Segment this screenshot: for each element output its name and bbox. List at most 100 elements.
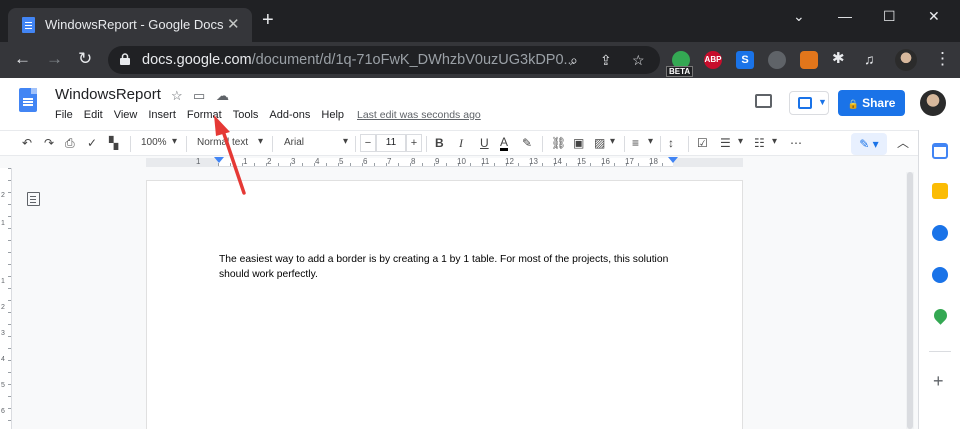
document-title[interactable]: WindowsReport (55, 86, 161, 103)
collapse-toolbar-icon[interactable]: ︿ (897, 136, 909, 150)
print-icon[interactable]: ⎙ (65, 136, 75, 150)
editing-mode-button[interactable]: ✎ ▾ (851, 133, 887, 155)
back-arrow-icon[interactable]: ← (14, 49, 31, 69)
chevron-down-icon: ▾ (343, 136, 349, 147)
vertical-scrollbar[interactable] (906, 172, 914, 429)
menu-file[interactable]: File (55, 109, 73, 121)
menu-format[interactable]: Format (187, 109, 222, 121)
contacts-icon[interactable] (932, 267, 948, 283)
document-page[interactable]: The easiest way to add a border is by cr… (146, 180, 743, 429)
minimize-button[interactable]: — (838, 8, 852, 24)
chevron-down-icon: ▾ (738, 136, 744, 147)
menu-help[interactable]: Help (321, 109, 344, 121)
chevron-down-icon: ▾ (610, 136, 616, 147)
scrollbar-thumb[interactable] (907, 172, 913, 429)
robot-extension-icon[interactable] (768, 51, 786, 69)
lock-icon (120, 53, 130, 65)
puzzle-extensions-icon[interactable]: ✱ (832, 49, 845, 69)
toolbar-divider (130, 136, 131, 152)
browser-menu-icon[interactable]: ⋮ (934, 49, 951, 69)
star-icon[interactable]: ☆ (171, 88, 183, 104)
tab-close-icon[interactable]: ✕ (227, 15, 240, 33)
maximize-button[interactable]: ☐ (883, 8, 896, 25)
profile-avatar[interactable] (895, 49, 917, 71)
tab-search-icon[interactable]: ⌄ (793, 8, 805, 25)
align-icon[interactable]: ≡ (632, 136, 639, 150)
keep-icon[interactable] (932, 183, 948, 199)
calendar-icon[interactable] (932, 143, 948, 159)
increase-font-size-button[interactable]: + (406, 134, 422, 152)
italic-button[interactable]: I (459, 136, 463, 150)
text-color-button[interactable]: A (500, 136, 509, 151)
ruler-number: 13 (529, 157, 538, 166)
reload-icon[interactable]: ↻ (78, 49, 92, 69)
spellcheck-icon[interactable]: ✓ (87, 136, 97, 150)
font-select[interactable]: Arial (284, 136, 304, 150)
highlight-pen-icon[interactable]: ✎ (522, 136, 532, 150)
document-body-text[interactable]: The easiest way to add a border is by cr… (219, 253, 669, 282)
paint-format-icon[interactable]: ▚ (109, 136, 118, 150)
ruler-right-margin (673, 158, 743, 167)
new-tab-button[interactable]: + (262, 10, 274, 30)
get-addons-icon[interactable]: + (933, 372, 944, 390)
menu-edit[interactable]: Edit (84, 109, 103, 121)
adblock-plus-icon[interactable]: ABP (704, 51, 722, 69)
ruler-number: 12 (505, 157, 514, 166)
menu-bar: File Edit View Insert Format Tools Add-ons Help (55, 109, 355, 121)
beta-badge: BETA (666, 66, 694, 77)
undo-icon[interactable]: ↶ (22, 136, 32, 150)
toolbar-divider (272, 136, 273, 152)
style-select[interactable]: Normal text (197, 136, 248, 150)
share-button[interactable]: 🔒 Share (838, 90, 905, 116)
google-docs-favicon-icon (22, 17, 35, 33)
menu-view[interactable]: View (114, 109, 138, 121)
toolbar-divider (426, 136, 427, 152)
line-spacing-icon[interactable]: ↕ (668, 136, 674, 150)
more-options-icon[interactable]: ⋯ (790, 136, 802, 150)
underline-button[interactable]: U (480, 136, 489, 150)
tasks-icon[interactable] (932, 225, 948, 241)
menu-tools[interactable]: Tools (233, 109, 259, 121)
share-page-icon[interactable]: ⇪ (600, 52, 612, 69)
share-label: Share (862, 96, 896, 110)
last-edit-link[interactable]: Last edit was seconds ago (357, 109, 481, 121)
forward-arrow-icon[interactable]: → (46, 49, 63, 69)
menu-insert[interactable]: Insert (148, 109, 176, 121)
ruler-number: 3 (1, 330, 5, 337)
redo-icon[interactable]: ↷ (44, 136, 54, 150)
address-bar[interactable]: docs.google.com/document/d/1q-71oFwK_DWh… (108, 46, 660, 74)
media-control-icon[interactable]: ♫ (864, 49, 875, 69)
move-folder-icon[interactable]: ▭ (193, 88, 205, 104)
bookmark-star-icon[interactable]: ☆ (632, 52, 645, 69)
close-window-button[interactable]: ✕ (928, 8, 940, 25)
decrease-font-size-button[interactable]: − (360, 134, 376, 152)
document-canvas: The easiest way to add a border is by cr… (12, 168, 918, 429)
docs-home-icon[interactable] (19, 88, 37, 112)
browser-toolbar: ← → ↻ docs.google.com/document/d/1q-71oF… (0, 42, 960, 78)
comment-history-icon[interactable] (755, 94, 772, 108)
left-indent-marker[interactable] (214, 157, 224, 163)
cloud-saved-icon[interactable]: ☁ (216, 88, 229, 104)
right-indent-marker[interactable] (668, 157, 678, 163)
browser-tab[interactable]: WindowsReport - Google Docs ✕ (8, 8, 252, 42)
zoom-search-icon[interactable]: ⌕ (570, 52, 578, 69)
insert-link-icon[interactable]: ⛓ (551, 136, 566, 150)
add-comment-icon[interactable]: ▣ (573, 136, 584, 150)
font-size-input[interactable]: 11 (376, 134, 406, 152)
menu-addons[interactable]: Add-ons (269, 109, 310, 121)
ruler-number: 1 (1, 220, 5, 227)
document-outline-icon[interactable] (27, 192, 40, 206)
maps-icon[interactable] (931, 306, 950, 325)
url-host: docs.google.com (142, 52, 252, 68)
bulleted-list-icon[interactable]: ☰ (720, 136, 731, 150)
checklist-icon[interactable]: ☑ (697, 136, 708, 150)
zoom-select[interactable]: 100% (141, 136, 167, 150)
bold-button[interactable]: B (435, 136, 444, 150)
numbered-list-icon[interactable]: ☷ (754, 136, 765, 150)
chevron-down-icon: ▾ (172, 136, 178, 147)
account-avatar[interactable] (920, 90, 946, 116)
present-button[interactable]: ▼ (789, 91, 829, 115)
insert-image-icon[interactable]: ▨ (594, 136, 605, 150)
s-extension-icon[interactable]: S (736, 51, 754, 69)
metamask-icon[interactable] (800, 51, 818, 69)
